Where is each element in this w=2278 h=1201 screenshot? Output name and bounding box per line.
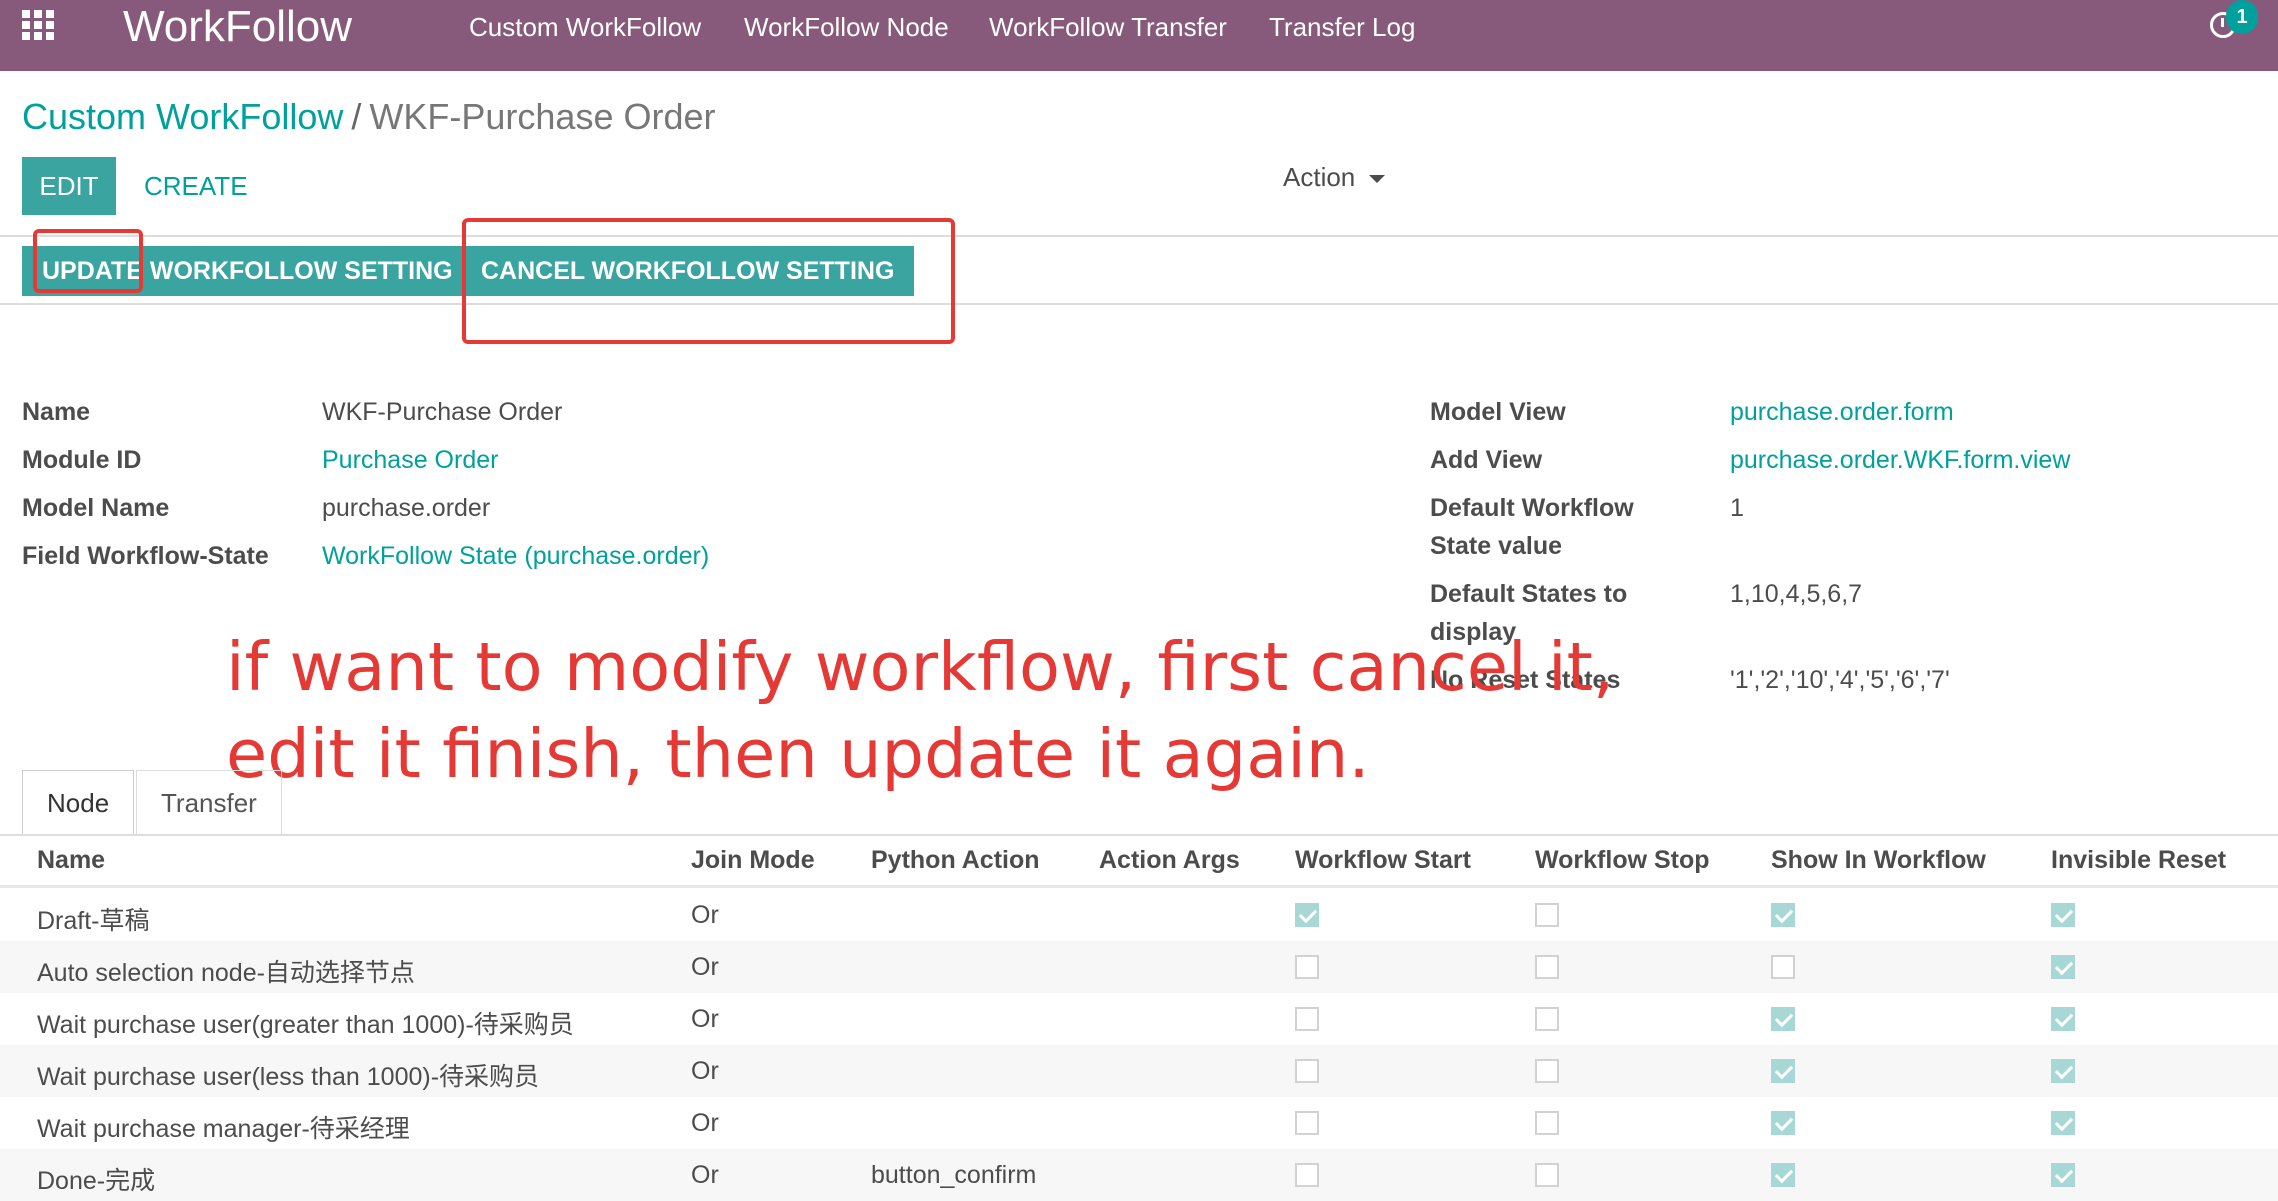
checkbox-start [1295,1059,1319,1083]
tab-node[interactable]: Node [22,770,135,834]
annotation-line-1: if want to modify workflow, first cancel… [226,628,1615,706]
col-workflow-stop[interactable]: Workflow Stop [1535,846,1710,875]
tab-transfer[interactable]: Transfer [136,770,282,834]
checkbox-invisible [2051,1059,2075,1083]
menu-workfollow-transfer[interactable]: WorkFollow Transfer [989,12,1227,43]
cell-join: Or [691,1109,719,1137]
menu-custom-workfollow[interactable]: Custom WorkFollow [469,12,701,43]
apps-grid-icon[interactable] [22,10,58,42]
annotation-line-2: edit it finish, then update it again. [226,715,1370,793]
no-reset-states-value: '1','2','10','4','5','6','7' [1730,666,1950,694]
model-view-label: Model View [1430,398,1566,426]
action-dropdown-label: Action [1283,162,1356,192]
top-navbar: WorkFollow Custom WorkFollow WorkFollow … [0,0,2278,71]
menu-transfer-log[interactable]: Transfer Log [1269,12,1415,43]
caret-down-icon [1369,175,1386,184]
checkbox-start [1295,1111,1319,1135]
add-view-link[interactable]: purchase.order.WKF.form.view [1730,446,2070,475]
table-row[interactable]: Auto selection node-自动选择节点 Or [0,941,2278,993]
table-row[interactable]: Draft-草稿 Or [0,889,2278,941]
default-state-label-line2: State value [1430,532,1563,560]
checkbox-stop [1535,903,1559,927]
cell-name: Wait purchase user(less than 1000)-待采购员 [37,1063,540,1091]
cell-name: Wait purchase manager-待采经理 [37,1115,410,1143]
default-states-label-line1: Default States to [1430,580,1628,608]
cell-join: Or [691,901,719,929]
add-view-label: Add View [1430,446,1543,474]
model-name-value: purchase.order [322,494,491,522]
col-action-args[interactable]: Action Args [1099,846,1240,875]
checkbox-invisible [2051,1163,2075,1187]
update-highlight-box [33,229,143,293]
checkbox-stop [1535,955,1559,979]
checkbox-start [1295,1007,1319,1031]
table-row[interactable]: Wait purchase user(less than 1000)-待采购员 O… [0,1045,2278,1097]
checkbox-start [1295,903,1319,927]
module-id-link[interactable]: Purchase Order [322,446,498,475]
cell-name: Draft-草稿 [37,907,150,935]
table-row[interactable]: Done-完成 Or button_confirm [0,1149,2278,1201]
checkbox-stop [1535,1007,1559,1031]
cell-name: Wait purchase user(greater than 1000)-待采… [37,1011,574,1039]
col-workflow-start[interactable]: Workflow Start [1295,846,1471,875]
field-workflow-state-link[interactable]: WorkFollow State (purchase.order) [322,542,709,571]
toolbar-divider [0,235,2278,237]
checkbox-stop [1535,1059,1559,1083]
default-state-value: 1 [1730,494,1744,522]
col-python-action[interactable]: Python Action [871,846,1040,875]
checkbox-stop [1535,1111,1559,1135]
name-label: Name [22,398,91,426]
table-row[interactable]: Wait purchase manager-待采经理 Or [0,1097,2278,1149]
cell-join: Or [691,1057,719,1085]
default-state-label-line1: Default Workflow [1430,494,1634,522]
action-dropdown[interactable]: Action [1283,162,1386,193]
checkbox-show [1771,1111,1795,1135]
cell-join: Or [691,1161,719,1189]
cell-join: Or [691,1005,719,1033]
checkbox-invisible [2051,1007,2075,1031]
default-states-value: 1,10,4,5,6,7 [1730,580,1863,608]
checkbox-show [1771,955,1795,979]
checkbox-start [1295,1163,1319,1187]
checkbox-show [1771,903,1795,927]
app-title[interactable]: WorkFollow [123,2,352,52]
name-value: WKF-Purchase Order [322,398,563,426]
module-id-label: Module ID [22,446,142,474]
col-join-mode[interactable]: Join Mode [691,846,815,875]
checkbox-stop [1535,1163,1559,1187]
breadcrumb-separator: / [351,96,362,137]
col-invisible-reset[interactable]: Invisible Reset [2051,846,2226,875]
breadcrumb-current: WKF-Purchase Order [369,96,716,137]
cell-name: Done-完成 [37,1167,156,1195]
cell-python: button_confirm [871,1161,1037,1189]
model-view-link[interactable]: purchase.order.form [1730,398,1954,427]
cancel-highlight-box [462,218,955,344]
checkbox-invisible [2051,1111,2075,1135]
model-name-label: Model Name [22,494,170,522]
checkbox-invisible [2051,903,2075,927]
checkbox-show [1771,1059,1795,1083]
field-workflow-state-label: Field Workflow-State [22,542,269,570]
checkbox-start [1295,955,1319,979]
col-name[interactable]: Name [37,846,105,875]
breadcrumb: Custom WorkFollow / WKF-Purchase Order [22,96,716,138]
table-header: Name Join Mode Python Action Action Args… [0,834,2278,888]
edit-button[interactable]: EDIT [22,157,116,215]
table-row[interactable]: Wait purchase user(greater than 1000)-待采… [0,993,2278,1045]
header-divider [0,303,2278,305]
activity-count-badge: 1 [2226,0,2258,34]
create-button[interactable]: CREATE [144,171,248,202]
breadcrumb-parent-link[interactable]: Custom WorkFollow [22,96,343,137]
col-show-in-workflow[interactable]: Show In Workflow [1771,846,1986,875]
menu-workfollow-node[interactable]: WorkFollow Node [744,12,949,43]
checkbox-invisible [2051,955,2075,979]
checkbox-show [1771,1163,1795,1187]
checkbox-show [1771,1007,1795,1031]
cell-join: Or [691,953,719,981]
cell-name: Auto selection node-自动选择节点 [37,959,415,987]
